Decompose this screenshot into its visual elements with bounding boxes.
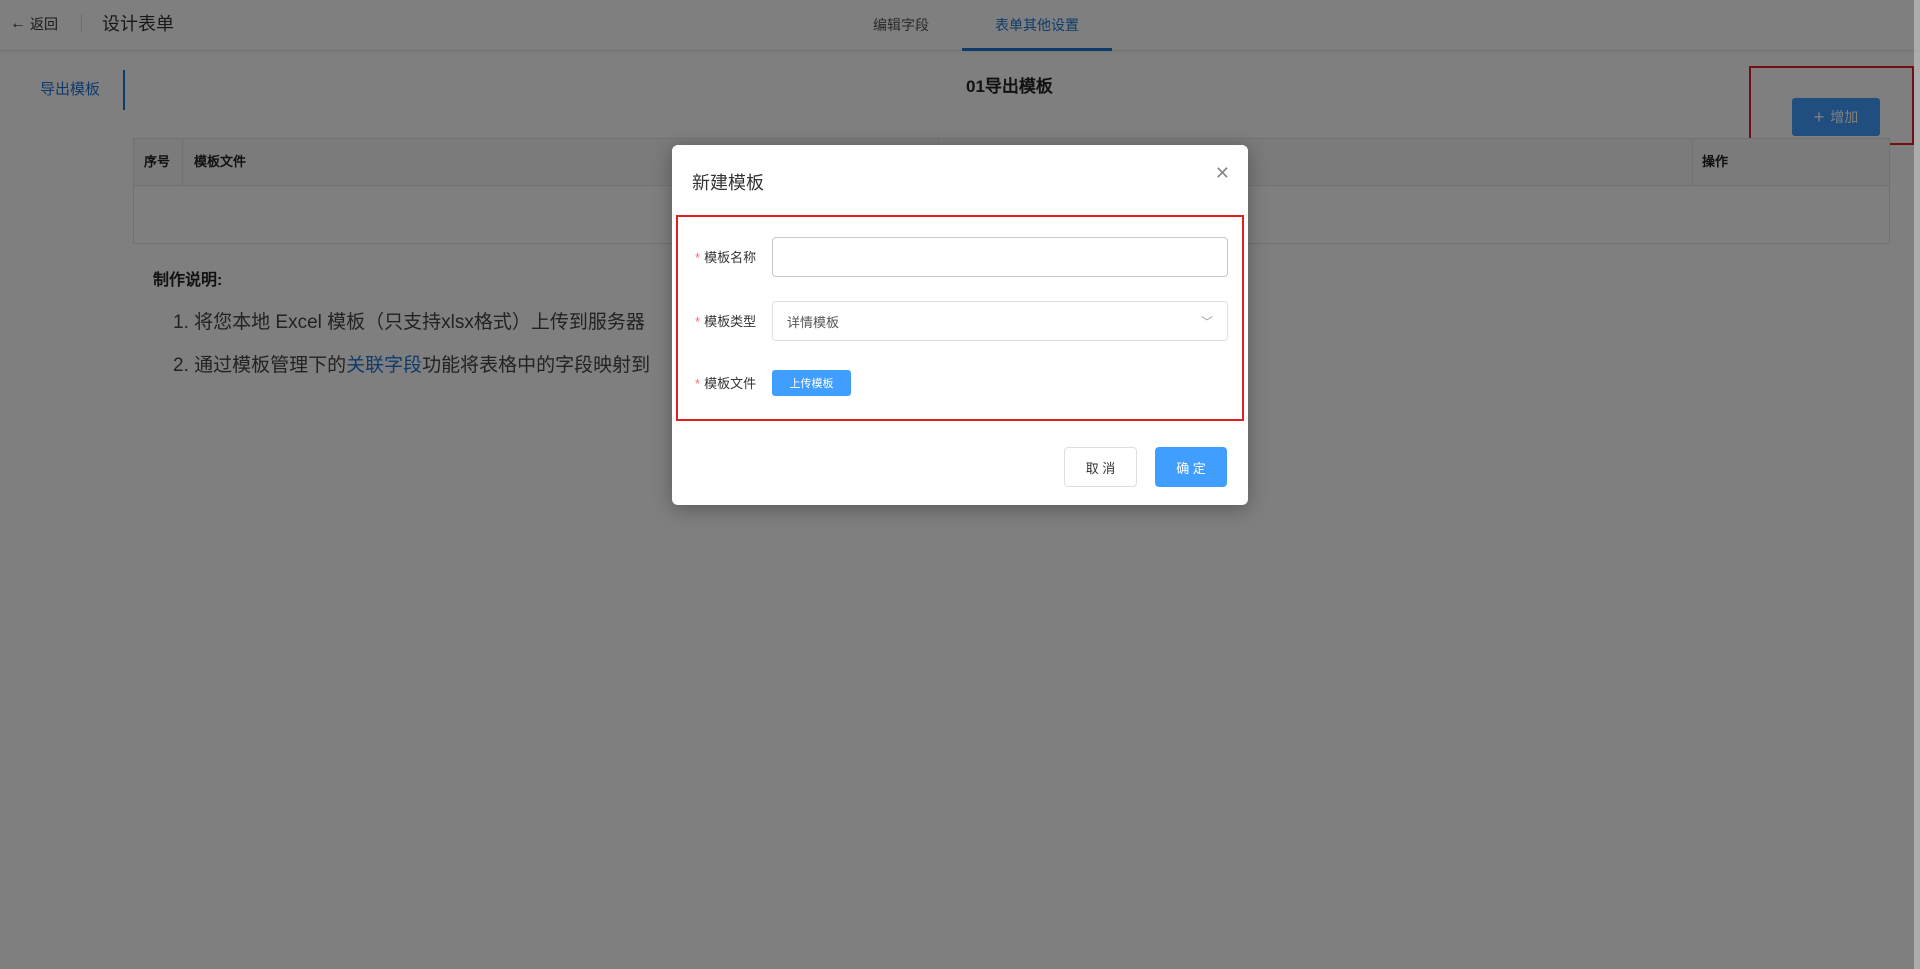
chevron-down-icon: ﹀: [1200, 314, 1213, 329]
template-name-label-text: 模板名称: [704, 250, 757, 265]
upload-template-button[interactable]: 上传模板: [772, 370, 851, 396]
close-icon[interactable]: ✕: [1215, 163, 1230, 184]
new-template-dialog: 新建模板 ✕ * 模板名称 * 模板类型 详情模板 ﹀ * 模板文件 上传模板 取 消…: [672, 145, 1248, 505]
dialog-title: 新建模板: [692, 173, 764, 193]
template-name-label: * 模板名称: [695, 247, 756, 266]
cancel-button[interactable]: 取 消: [1064, 447, 1137, 487]
template-name-input[interactable]: [772, 237, 1228, 277]
template-file-label-text: 模板文件: [704, 376, 757, 391]
template-type-label-text: 模板类型: [704, 314, 757, 329]
template-file-label: * 模板文件: [695, 373, 756, 392]
template-type-value: 详情模板: [787, 314, 840, 330]
template-type-label: * 模板类型: [695, 311, 756, 330]
scrollbar[interactable]: [1914, 0, 1920, 969]
required-mark: *: [695, 376, 701, 391]
required-mark: *: [695, 314, 701, 329]
template-type-select[interactable]: 详情模板 ﹀: [772, 301, 1228, 341]
required-mark: *: [695, 250, 701, 265]
confirm-button[interactable]: 确 定: [1155, 447, 1227, 487]
